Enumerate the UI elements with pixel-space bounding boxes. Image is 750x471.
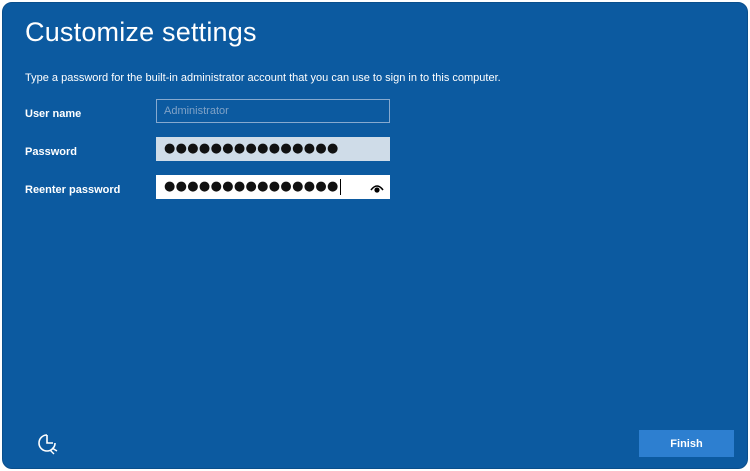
page-description: Type a password for the built-in adminis… — [25, 72, 501, 84]
password-label: Password — [25, 146, 77, 158]
reenter-password-label: Reenter password — [25, 184, 121, 196]
eye-icon[interactable] — [370, 181, 384, 193]
reenter-password-value: ●●●●●●●●●●●●●●● — [164, 179, 339, 194]
username-field[interactable] — [156, 99, 390, 123]
password-field[interactable]: ●●●●●●●●●●●●●●● — [156, 137, 390, 161]
reenter-password-text: ●●●●●●●●●●●●●●● — [164, 175, 341, 199]
username-label: User name — [25, 108, 82, 120]
text-caret — [339, 178, 341, 195]
finish-button[interactable]: Finish — [639, 430, 734, 457]
username-input[interactable] — [157, 100, 389, 122]
page-title: Customize settings — [25, 17, 257, 47]
setup-window: Customize settings Type a password for t… — [2, 2, 748, 469]
reenter-password-field[interactable]: ●●●●●●●●●●●●●●● — [156, 175, 390, 199]
ease-of-access-icon[interactable] — [33, 429, 61, 457]
password-value: ●●●●●●●●●●●●●●● — [164, 141, 339, 156]
